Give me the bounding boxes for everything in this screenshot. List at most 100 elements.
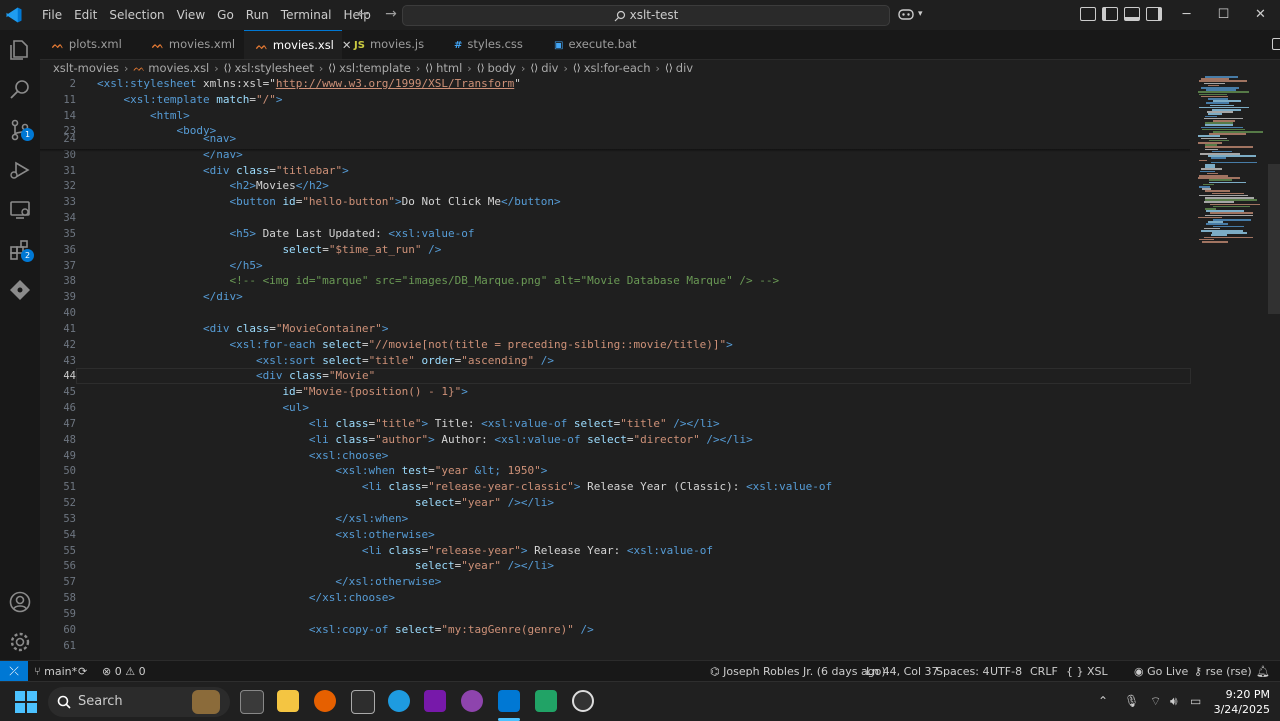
code-line[interactable]: 50 <xsl:when test="year &lt; 1950"> — [40, 463, 1190, 479]
tab-movies-xsl[interactable]: ᨓ movies.xsl ✕ — [244, 30, 352, 59]
encoding[interactable]: UTF-8 — [990, 661, 1022, 682]
remote-indicator-icon[interactable]: ⤫ — [0, 661, 28, 682]
code-line[interactable]: 31 <div class="titlebar"> — [40, 163, 1190, 179]
restore-button[interactable]: ☐ — [1205, 0, 1242, 30]
tab-movies-js[interactable]: JS movies.js — [342, 30, 442, 59]
sync-icon[interactable]: ⟳ — [78, 661, 87, 682]
code-line[interactable]: 58 </xsl:choose> — [40, 590, 1190, 606]
language-mode[interactable]: { } XSL — [1066, 661, 1108, 682]
problems-indicator[interactable]: ⊗ 0 ⚠ 0 — [102, 661, 146, 682]
forward-arrow-icon[interactable]: → — [380, 6, 402, 22]
code-line[interactable]: 35 <h5> Date Last Updated: <xsl:value-of — [40, 226, 1190, 242]
code-line[interactable]: 61 — [40, 638, 1190, 654]
code-line[interactable]: 54 <xsl:otherwise> — [40, 527, 1190, 543]
code-line[interactable]: 2 <xsl:stylesheet xmlns:xsl="http://www.w… — [40, 76, 1190, 92]
branch-indicator[interactable]: ⑂ main* — [34, 661, 77, 682]
windows-start-icon[interactable] — [15, 691, 37, 713]
code-line[interactable]: 14 <html> — [40, 108, 1190, 124]
split-editor-icon[interactable] — [1272, 38, 1280, 50]
toggle-secondary-sidebar-icon[interactable] — [1146, 7, 1162, 21]
minimap[interactable] — [1192, 76, 1268, 660]
profile-indicator[interactable]: ⚷ rse (rse) — [1194, 661, 1252, 682]
code-line[interactable]: 60 <xsl:copy-of select="my:tagGenre(genr… — [40, 622, 1190, 638]
menu-run[interactable]: Run — [240, 0, 275, 30]
code-line[interactable]: 40 — [40, 305, 1190, 321]
code-line[interactable]: 37 </h5> — [40, 258, 1190, 274]
end-of-line[interactable]: CRLF — [1030, 661, 1058, 682]
close-window-button[interactable]: ✕ — [1242, 0, 1279, 30]
code-line[interactable]: 39 </div> — [40, 289, 1190, 305]
code-line[interactable]: 48 <li class="author"> Author: <xsl:valu… — [40, 432, 1190, 448]
code-editor[interactable]: 2 <xsl:stylesheet xmlns:xsl="http://www.w… — [40, 76, 1192, 660]
run-debug-icon[interactable] — [8, 158, 32, 182]
show-hidden-icons-icon[interactable]: ⌃ — [1098, 682, 1108, 721]
code-line[interactable]: 45 id="Movie-{position() - 1}"> — [40, 384, 1190, 400]
git-extension-icon[interactable] — [8, 278, 32, 302]
code-line[interactable]: 11 <xsl:template match="/"> — [40, 92, 1190, 108]
firefox-icon[interactable] — [314, 690, 336, 712]
remote-explorer-icon[interactable] — [8, 198, 32, 222]
go-live-button[interactable]: ◉ Go Live — [1134, 661, 1188, 682]
menu-view[interactable]: View — [171, 0, 211, 30]
task-view-icon[interactable] — [240, 690, 264, 714]
code-line[interactable]: 43 <xsl:sort select="title" order="ascen… — [40, 353, 1190, 369]
menu-go[interactable]: Go — [211, 0, 240, 30]
notifications-bell-icon[interactable]: 🔔︎ — [1256, 661, 1270, 682]
indentation[interactable]: Spaces: 4 — [936, 661, 989, 682]
code-line[interactable]: 38 <!-- <img id="marque" src="images/DB_… — [40, 273, 1190, 289]
code-line[interactable]: 51 <li class="release-year-classic"> Rel… — [40, 479, 1190, 495]
taskbar-search[interactable]: Search — [48, 687, 230, 717]
code-line[interactable]: 56 select="year" /></li> — [40, 558, 1190, 574]
microphone-icon[interactable]: 🎙︎ — [1124, 682, 1139, 721]
notepad-icon[interactable] — [535, 690, 557, 712]
volume-icon[interactable]: 🔊︎ — [1170, 682, 1178, 721]
tab-plots-xml[interactable]: ᨓ plots.xml — [40, 30, 140, 59]
vertical-scrollbar[interactable] — [1268, 76, 1280, 660]
code-line[interactable]: 53 </xsl:when> — [40, 511, 1190, 527]
customize-layout-icon[interactable] — [1080, 7, 1096, 21]
code-line[interactable]: 32 <h2>Movies</h2> — [40, 178, 1190, 194]
code-line[interactable]: 42 <xsl:for-each select="//movie[not(tit… — [40, 337, 1190, 353]
breadcrumb-folder[interactable]: xslt-movies — [53, 61, 119, 75]
code-line[interactable]: 46 <ul> — [40, 400, 1190, 416]
onenote-icon[interactable] — [424, 690, 446, 712]
wifi-icon[interactable]: ⌔ — [1150, 682, 1161, 721]
settings-gear-icon[interactable] — [8, 630, 32, 654]
toggle-panel-icon[interactable] — [1124, 7, 1140, 21]
vscode-taskbar-icon[interactable] — [498, 690, 520, 712]
breadcrumb-symbol[interactable]: ⟨⟩ xsl:for-each — [573, 61, 651, 75]
breadcrumb-symbol[interactable]: ⟨⟩ div — [530, 61, 558, 75]
menu-terminal[interactable]: Terminal — [275, 0, 338, 30]
code-line[interactable]: 59 — [40, 606, 1190, 622]
git-blame-status[interactable]: ⌬ Joseph Robles Jr. (6 days ago) — [710, 661, 886, 682]
code-line[interactable]: 36 select="$time_at_run" /> — [40, 242, 1190, 258]
battery-icon[interactable]: ▭ — [1190, 682, 1201, 721]
code-line[interactable]: 33 <button id="hello-button">Do Not Clic… — [40, 194, 1190, 210]
github-desktop-icon[interactable] — [461, 690, 483, 712]
file-explorer-icon[interactable] — [277, 690, 299, 712]
toggle-primary-sidebar-icon[interactable] — [1102, 7, 1118, 21]
explorer-icon[interactable] — [8, 38, 32, 62]
system-clock[interactable]: 9:20 PM 3/24/2025 — [1210, 687, 1270, 717]
code-line[interactable]: 49 <xsl:choose> — [40, 448, 1190, 464]
code-line[interactable]: 47 <li class="title"> Title: <xsl:value-… — [40, 416, 1190, 432]
tab-styles-css[interactable]: # styles.css — [442, 30, 542, 59]
command-center[interactable]: xslt-test — [402, 5, 890, 26]
scrollbar-thumb[interactable] — [1268, 164, 1280, 314]
breadcrumb-symbol[interactable]: ⟨⟩ div — [665, 61, 693, 75]
code-line[interactable]: 24 <nav> — [40, 131, 1190, 147]
accounts-icon[interactable] — [8, 590, 32, 614]
menu-selection[interactable]: Selection — [103, 0, 170, 30]
tab-movies-xml[interactable]: ᨓ movies.xml — [140, 30, 244, 59]
breadcrumb-symbol[interactable]: ⟨⟩ body — [477, 61, 516, 75]
code-line[interactable]: 57 </xsl:otherwise> — [40, 574, 1190, 590]
menu-file[interactable]: File — [36, 0, 68, 30]
back-arrow-icon[interactable]: ← — [352, 6, 374, 22]
obs-icon[interactable] — [572, 690, 594, 712]
code-line[interactable]: 34 — [40, 210, 1190, 226]
code-line[interactable]: 52 select="year" /></li> — [40, 495, 1190, 511]
breadcrumb-symbol[interactable]: ⟨⟩ xsl:stylesheet — [224, 61, 314, 75]
menu-edit[interactable]: Edit — [68, 0, 103, 30]
code-line[interactable]: 44 <div class="Movie" — [40, 368, 1191, 385]
breadcrumb-symbol[interactable]: ⟨⟩ html — [425, 61, 462, 75]
